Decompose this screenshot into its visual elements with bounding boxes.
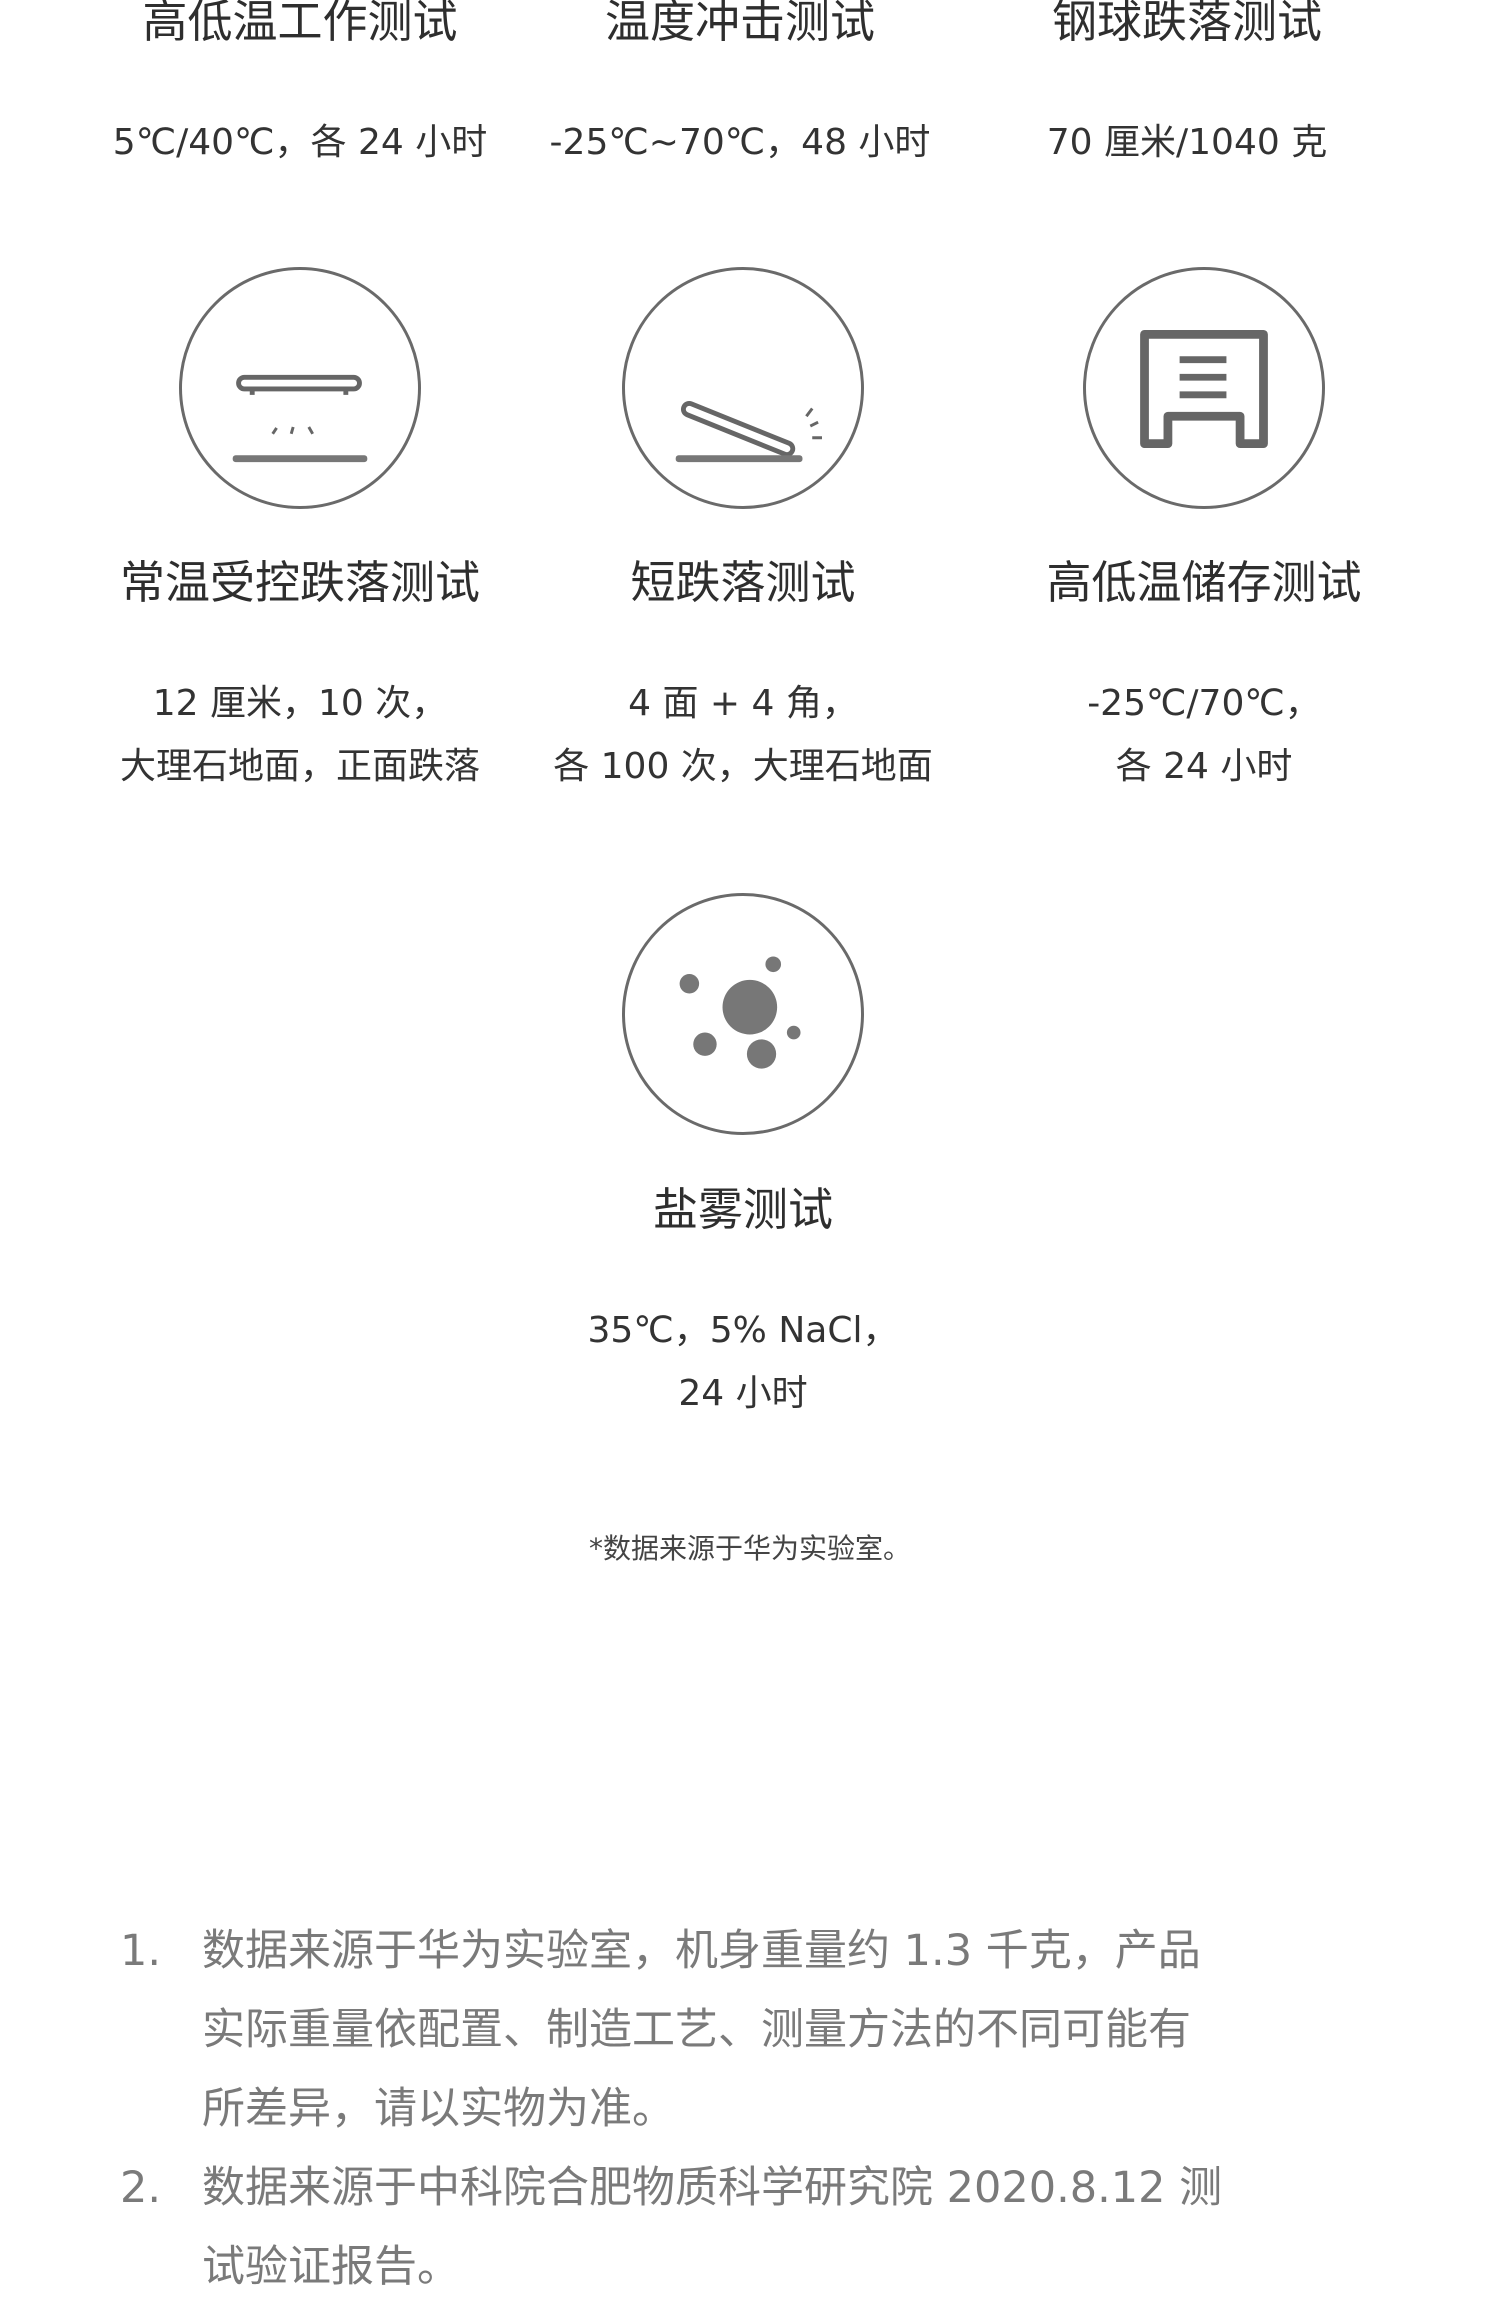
note-number: 2. xyxy=(120,2163,162,2213)
test-title: 短跌落测试 xyxy=(630,556,856,609)
test-desc: 70 厘米/1040 克 xyxy=(1046,122,1328,163)
test-title: 常温受控跌落测试 xyxy=(119,556,480,609)
test-desc: -25℃/70℃， xyxy=(1087,683,1321,724)
corner-drop-icon xyxy=(622,267,864,509)
notes-list: 1. 数据来源于华为实验室，机身重量约 1.3 千克，产品 实际重量依配置、制造… xyxy=(120,1912,1360,2307)
note-line: 数据来源于华为实验室，机身重量约 1.3 千克，产品 xyxy=(202,1926,1201,1976)
note-line: 数据来源于中科院合肥物质科学研究院 2020.8.12 测 xyxy=(202,2163,1223,2213)
note-item: 1. 数据来源于华为实验室，机身重量约 1.3 千克，产品 实际重量依配置、制造… xyxy=(120,1912,1360,2149)
test-desc: 12 厘米，10 次， xyxy=(152,683,448,724)
note-item: 2. 数据来源于中科院合肥物质科学研究院 2020.8.12 测 试验证报告。 xyxy=(120,2149,1360,2307)
test-title: 温度冲击测试 xyxy=(604,0,875,48)
test-desc: 大理石地面，正面跌落 xyxy=(119,746,480,787)
flat-drop-icon xyxy=(179,267,421,509)
test-title: 钢球跌落测试 xyxy=(1051,0,1322,48)
test-desc: 4 面 + 4 角， xyxy=(628,683,858,724)
test-desc: 35℃，5% NaCl， xyxy=(587,1310,899,1351)
note-line: 试验证报告。 xyxy=(202,2242,460,2292)
salt-spray-icon xyxy=(622,893,864,1135)
storage-cabinet-icon xyxy=(1083,267,1325,509)
test-desc: -25℃~70℃，48 小时 xyxy=(549,122,931,163)
note-line: 所差异，请以实物为准。 xyxy=(202,2084,675,2134)
note-line: 实际重量依配置、制造工艺、测量方法的不同可能有 xyxy=(202,2005,1191,2055)
test-desc: 各 24 小时 xyxy=(1115,746,1293,787)
test-desc: 各 100 次，大理石地面 xyxy=(553,746,933,787)
test-title: 高低温工作测试 xyxy=(142,0,458,48)
test-desc: 5℃/40℃，各 24 小时 xyxy=(112,122,488,163)
test-title: 盐雾测试 xyxy=(652,1183,833,1236)
note-number: 1. xyxy=(120,1926,162,1976)
test-desc: 24 小时 xyxy=(678,1373,808,1414)
footnote: *数据来源于华为实验室。 xyxy=(588,1532,911,1565)
test-title: 高低温储存测试 xyxy=(1046,556,1362,609)
